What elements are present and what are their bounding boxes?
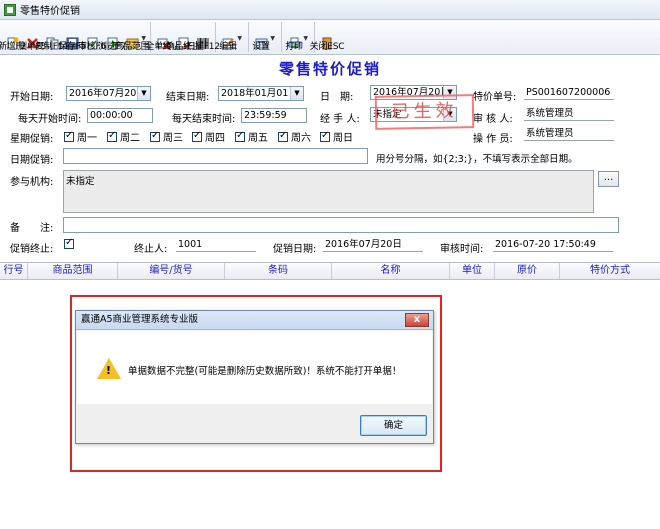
chevron-down-icon: ▼ (270, 35, 275, 42)
weekday-checkbox-tue[interactable]: 周二 (107, 129, 140, 144)
weekday-checkbox-thu[interactable]: 周四 (192, 129, 225, 144)
audit-time-label: 审核时间: (440, 244, 484, 255)
grid-col-original-price[interactable]: 原价 (495, 263, 560, 279)
weekday-label: 星期促销: (10, 134, 54, 145)
grid-col-barcode[interactable]: 条码 (225, 263, 332, 279)
window-title: 零售特价促销 (20, 6, 80, 17)
remark-input[interactable] (63, 217, 619, 233)
date-promo-input[interactable] (63, 148, 368, 164)
chevron-down-icon: ▼ (237, 35, 242, 42)
weekday-checkbox-wed[interactable]: 周三 (150, 129, 183, 144)
end-date-label: 结束日期: (166, 92, 210, 103)
detail-grid-header: 行号 商品范围 编号/货号 条码 名称 单位 原价 特价方式 (0, 262, 660, 280)
org-browse-button[interactable]: ... (598, 171, 619, 187)
weekday-checkbox-sat[interactable]: 周六 (278, 129, 311, 144)
date-promo-label: 日期促销: (10, 155, 54, 166)
grid-col-special-price-mode[interactable]: 特价方式 (560, 263, 660, 279)
edit-button[interactable]: 编辑 ▼ (218, 21, 242, 54)
promo-date-label: 促销日期: (273, 244, 317, 255)
scan-button[interactable]: 扫描F12 (186, 21, 220, 54)
handler-label: 经 手 人: (320, 114, 360, 125)
daily-end-input[interactable]: 23:59:59 (241, 108, 307, 123)
dialog-message: 单据数据不完整(可能是删除历史数据所致)！系统不能打开单据！ (128, 366, 402, 377)
grid-col-row-no[interactable]: 行号 (0, 263, 28, 279)
grid-col-item-no[interactable]: 编号/货号 (118, 263, 225, 279)
error-dialog: 赢通A5商业管理系统专业版 x ! 单据数据不完整(可能是删除历史数据所致)！系… (75, 310, 434, 444)
start-date-picker[interactable]: 2016年07月20日 ▼ (66, 86, 151, 101)
weekday-checkbox-fri[interactable]: 周五 (235, 129, 268, 144)
effective-stamp: 已生效 (374, 94, 475, 130)
remark-label: 备 注: (10, 223, 54, 234)
dialog-close-button[interactable]: x (405, 313, 429, 327)
operator-value: 系统管理员 (524, 127, 614, 141)
dialog-title: 赢通A5商业管理系统专业版 (81, 314, 199, 325)
auditor-label: 审 核 人: (473, 114, 513, 125)
dialog-titlebar: 赢通A5商业管理系统专业版 x (76, 311, 433, 330)
date-label: 日 期: (320, 92, 354, 103)
grid-col-product-range[interactable]: 商品范围 (28, 263, 118, 279)
org-label: 参与机构: (10, 177, 54, 188)
ok-button[interactable]: 确定 (360, 415, 427, 436)
chevron-down-icon: ▼ (303, 35, 308, 42)
end-date-picker[interactable]: 2018年01月01日 ▼ (218, 86, 304, 101)
terminated-label: 促销终止: (10, 244, 54, 255)
terminator-label: 终止人: (134, 244, 168, 255)
toolbar-separator (248, 22, 249, 52)
order-no-value: PS001607200006 (524, 86, 614, 100)
toolbar-separator (281, 22, 282, 52)
form-title: 零售特价促销 (278, 60, 381, 78)
toolbar: 新增F2 删单F3 复制F11 保存F5 审核F6 浏览F7 商品范围 ▼ 全单… (0, 20, 660, 55)
daily-start-input[interactable]: 00:00:00 (87, 108, 153, 123)
start-date-label: 开始日期: (10, 92, 54, 103)
close-button[interactable]: 关闭ESC (310, 21, 345, 54)
dialog-footer: 确定 (76, 404, 433, 443)
daily-end-label: 每天结束时间: (172, 114, 236, 125)
weekday-checkbox-mon[interactable]: 周一 (64, 129, 97, 144)
dialog-body: ! 单据数据不完整(可能是删除历史数据所致)！系统不能打开单据！ (77, 331, 432, 404)
product-range-button[interactable]: 商品范围 ▼ (114, 21, 149, 54)
date-promo-hint: 用分号分隔，如{2;3;}，不填写表示全部日期。 (376, 154, 578, 165)
terminator-value: 1001 (176, 238, 256, 252)
terminated-checkbox[interactable] (64, 237, 74, 249)
grid-col-unit[interactable]: 单位 (450, 263, 495, 279)
app-icon (4, 3, 16, 16)
daily-start-label: 每天开始时间: (18, 114, 82, 125)
grid-col-name[interactable]: 名称 (332, 263, 450, 279)
warning-exclamation: ! (106, 364, 112, 377)
order-no-label: 特价单号: (473, 92, 517, 103)
chevron-down-icon[interactable]: ▼ (137, 87, 150, 100)
org-field[interactable]: 未指定 (63, 170, 594, 213)
audit-time-value: 2016-07-20 17:50:49 (493, 238, 613, 252)
window-titlebar: 零售特价促销 (0, 0, 660, 20)
operator-label: 操 作 员: (473, 134, 513, 145)
settings-button[interactable]: 设置 ▼ (251, 21, 275, 54)
promo-date-value: 2016年07月20日 (323, 238, 423, 252)
auditor-value: 系统管理员 (524, 107, 614, 121)
weekday-checkbox-sun[interactable]: 周日 (320, 129, 353, 144)
print-button[interactable]: 打印 ▼ (284, 21, 308, 54)
chevron-down-icon[interactable]: ▼ (290, 87, 303, 100)
